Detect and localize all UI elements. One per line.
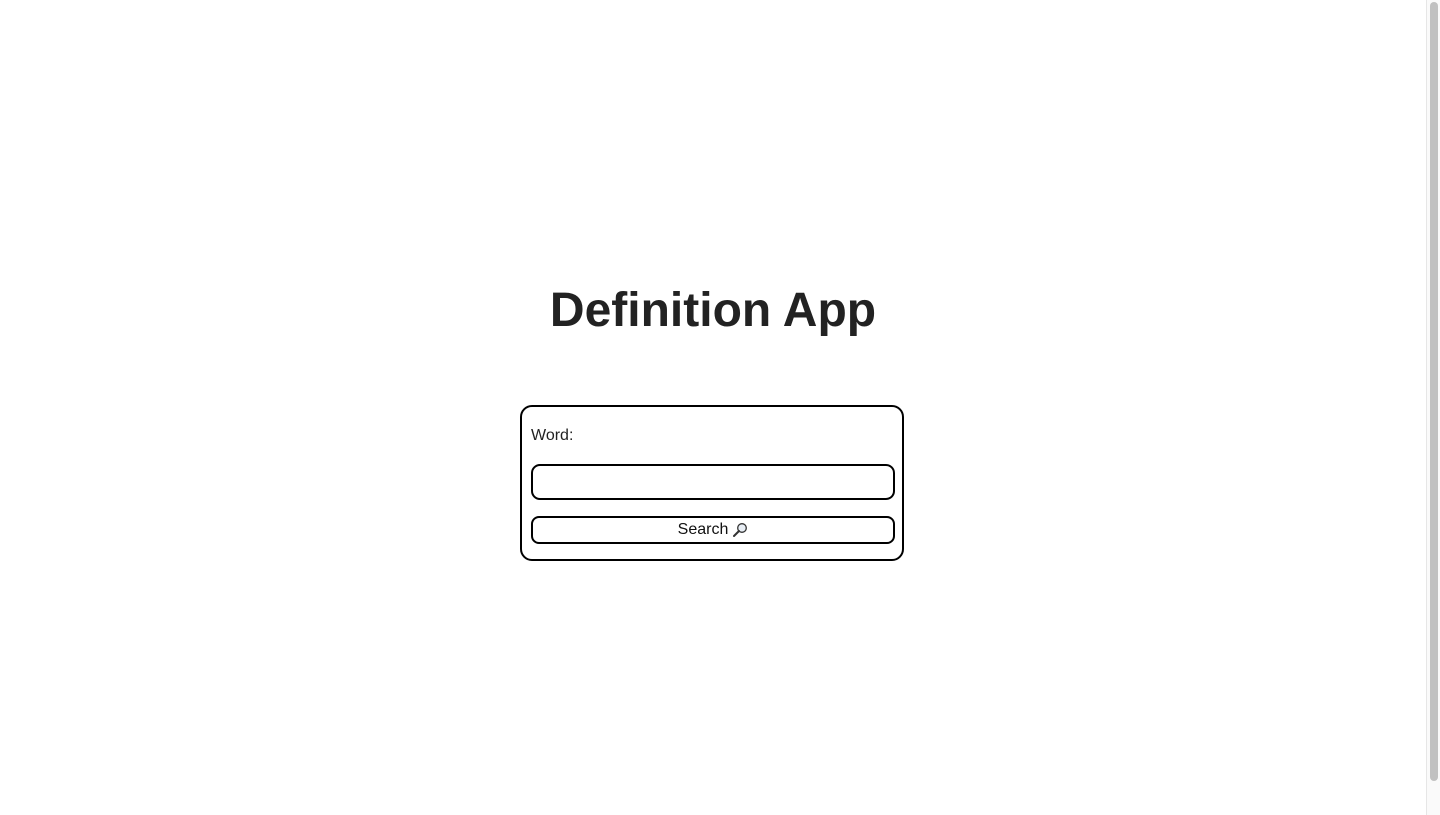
search-button-label: Search [677, 521, 729, 538]
page: Definition App Word: Search [0, 0, 1426, 815]
magnifier-icon [732, 522, 748, 538]
word-label: Word: [531, 427, 574, 444]
scrollbar-thumb[interactable] [1430, 2, 1438, 781]
search-button[interactable]: Search [531, 516, 895, 544]
page-title: Definition App [549, 284, 877, 337]
search-form-card: Word: Search [520, 405, 904, 561]
vertical-scrollbar[interactable] [1426, 0, 1440, 815]
word-input[interactable] [531, 464, 895, 500]
